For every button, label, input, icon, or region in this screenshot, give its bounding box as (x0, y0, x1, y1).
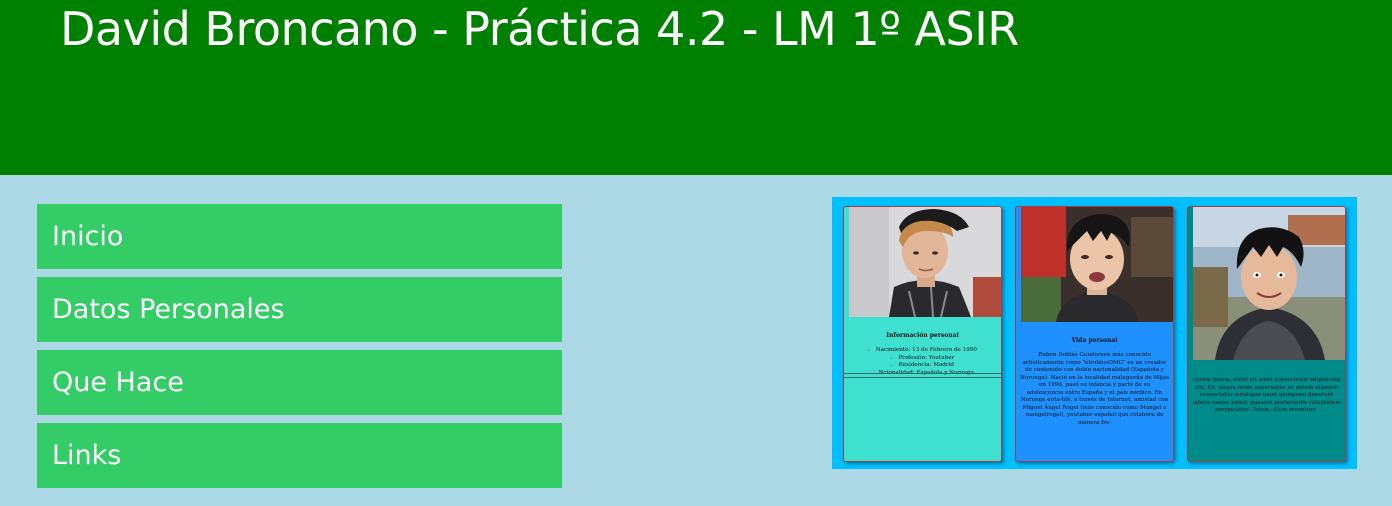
portrait-photo (1021, 207, 1173, 322)
nav-item-links[interactable]: Links (37, 423, 562, 488)
divider-lines (844, 373, 1001, 381)
list-item: Profesión: Youtuber (848, 355, 997, 363)
card-title: Vida personal (1071, 337, 1118, 344)
portrait-photo (1193, 207, 1345, 360)
nav-item-datos-personales[interactable]: Datos Personales (37, 277, 562, 342)
card-text: Ruben Doblás Gundersen más conocido artí… (1020, 352, 1169, 427)
list-item: Nacimiento: 13 de Febrero de 1990 (848, 347, 997, 355)
nav-item-que-hace[interactable]: Que Hace (37, 350, 562, 415)
card-content: Información personal Nacimiento: 13 de F… (848, 332, 997, 377)
card-personal-life: Vida personal Ruben Doblás Gundersen más… (1015, 206, 1174, 462)
card-content: Vida personal Ruben Doblás Gundersen más… (1020, 337, 1169, 428)
card-lorem: Lorem ipsum, dolor sit amet consectetur … (1187, 206, 1346, 462)
portrait-photo (849, 207, 1001, 317)
page-header: David Broncano - Práctica 4.2 - LM 1º AS… (0, 0, 1392, 175)
card-content: Lorem ipsum, dolor sit amet consectetur … (1192, 377, 1341, 415)
page-title: David Broncano - Práctica 4.2 - LM 1º AS… (60, 2, 1019, 56)
main-nav: Inicio Datos Personales Que Hace Links (37, 204, 562, 488)
card-gallery: Información personal Nacimiento: 13 de F… (832, 197, 1357, 469)
nav-item-inicio[interactable]: Inicio (37, 204, 562, 269)
card-personal-info: Información personal Nacimiento: 13 de F… (843, 206, 1002, 462)
card-title: Información personal (886, 332, 959, 339)
card-text: Lorem ipsum, dolor sit amet consectetur … (1192, 377, 1341, 414)
list-item: Residencia: Madrid (848, 362, 997, 370)
